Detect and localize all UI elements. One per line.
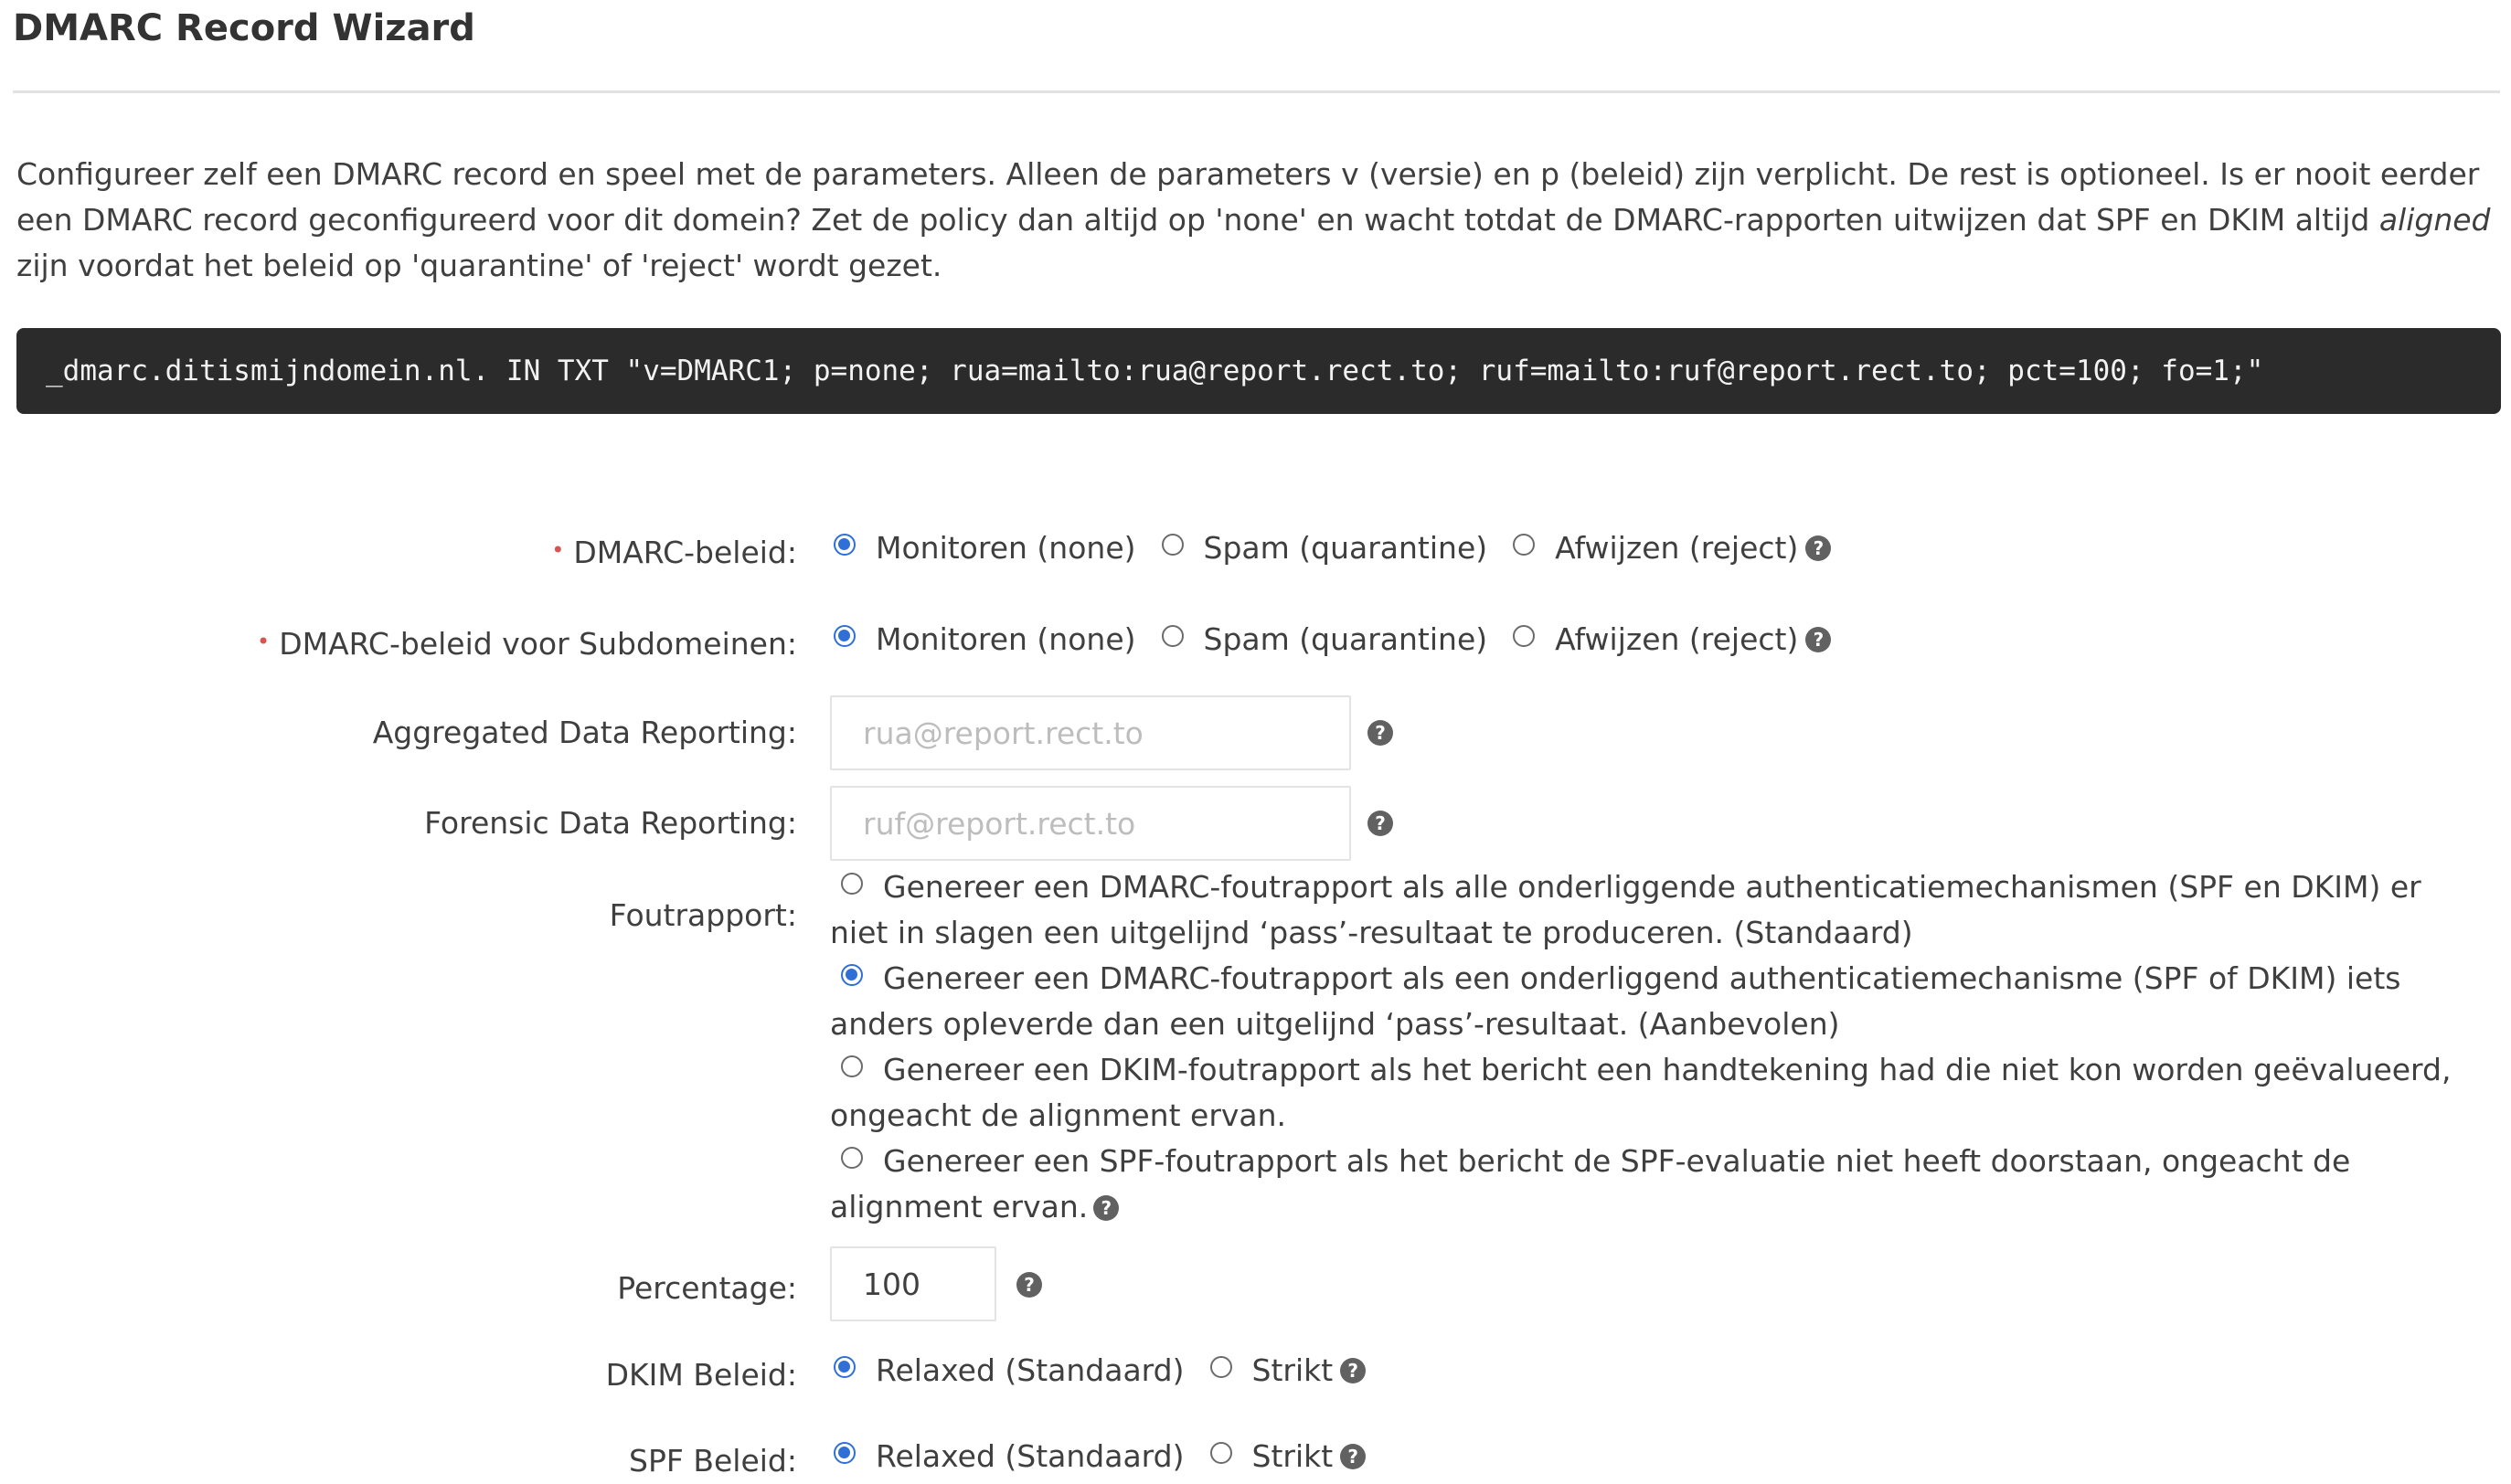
foutrapport-option-s[interactable]: Genereer een SPF-foutrapport als het ber… [830,1139,2457,1230]
help-icon[interactable]: ? [1367,720,1393,746]
radio-button[interactable] [1161,625,1184,647]
help-icon[interactable]: ? [1340,1444,1367,1469]
subdomain-policy-radio-group: Monitoren (none) Spam (quarantine) Afwij… [834,621,1832,658]
spf-policy-radio-group: Relaxed (Standaard) Strikt ? [834,1438,1367,1475]
option-label: Genereer een DMARC-foutrapport als een o… [830,960,2401,1042]
policy-label: • DMARC-beleid: [551,532,797,571]
intro-italic-text: aligned [2378,202,2491,238]
percentage-input[interactable] [830,1246,996,1321]
option-label: Genereer een SPF-foutrapport als het ber… [830,1143,2351,1224]
aggregated-reporting-input[interactable] [830,695,1351,770]
option-label: Relaxed (Standaard) [876,1438,1185,1474]
title-divider [13,90,2500,93]
subdomain-policy-option-none[interactable]: Monitoren (none) [834,621,1136,658]
radio-button[interactable] [841,873,863,895]
help-icon[interactable]: ? [1093,1195,1120,1221]
aggregated-reporting-label: Aggregated Data Reporting: [372,715,797,750]
foutrapport-option-1[interactable]: Genereer een DMARC-foutrapport als een o… [830,956,2457,1047]
help-icon[interactable]: ? [1367,811,1393,836]
radio-button[interactable] [834,625,856,647]
help-icon[interactable]: ? [1805,627,1832,652]
option-label: Relaxed (Standaard) [876,1352,1185,1388]
percentage-label: Percentage: [617,1270,797,1306]
radio-button[interactable] [1161,534,1184,556]
radio-button[interactable] [834,1442,856,1464]
subdomain-policy-label: • DMARC-beleid voor Subdomeinen: [257,623,797,662]
policy-radio-group: Monitoren (none) Spam (quarantine) Afwij… [834,530,1832,567]
option-label: Spam (quarantine) [1203,621,1488,657]
forensic-reporting-input[interactable] [830,786,1351,861]
radio-button[interactable] [834,1356,856,1378]
radio-button[interactable] [1513,625,1536,647]
option-label: Genereer een DKIM-foutrapport als het be… [830,1052,2452,1133]
intro-text: Configureer zelf een DMARC record en spe… [16,152,2503,289]
foutrapport-radio-group: Genereer een DMARC-foutrapport als alle … [830,864,2457,1230]
option-label: Afwijzen (reject) [1555,621,1799,657]
dmarc-record-text: _dmarc.ditismijndomein.nl. IN TXT "v=DMA… [46,355,2264,387]
subdomain-policy-option-reject[interactable]: Afwijzen (reject) [1513,621,1798,658]
foutrapport-option-0[interactable]: Genereer een DMARC-foutrapport als alle … [830,864,2457,956]
spf-option-strict[interactable]: Strikt [1209,1438,1334,1475]
option-label: Spam (quarantine) [1203,530,1488,566]
foutrapport-label: Foutrapport: [609,897,797,933]
forensic-reporting-label: Forensic Data Reporting: [424,805,797,841]
policy-label-text: DMARC-beleid: [573,535,797,570]
option-label: Monitoren (none) [876,530,1136,566]
spf-option-relaxed[interactable]: Relaxed (Standaard) [834,1438,1185,1475]
option-label: Genereer een DMARC-foutrapport als alle … [830,869,2421,950]
help-icon[interactable]: ? [1016,1272,1042,1298]
required-marker: • [551,537,565,563]
option-label: Strikt [1251,1352,1334,1388]
spf-policy-label: SPF Beleid: [629,1443,797,1479]
foutrapport-option-d[interactable]: Genereer een DKIM-foutrapport als het be… [830,1047,2457,1139]
page-title: DMARC Record Wizard [13,7,475,49]
option-label: Monitoren (none) [876,621,1136,657]
policy-option-none[interactable]: Monitoren (none) [834,530,1136,567]
option-label: Strikt [1251,1438,1334,1474]
subdomain-policy-option-quarantine[interactable]: Spam (quarantine) [1161,621,1488,658]
dkim-policy-label: DKIM Beleid: [605,1357,797,1393]
radio-button[interactable] [1209,1442,1232,1464]
policy-option-reject[interactable]: Afwijzen (reject) [1513,530,1798,567]
intro-text-part: Configureer zelf een DMARC record en spe… [16,156,2480,238]
radio-button[interactable] [1513,534,1536,556]
radio-button[interactable] [1209,1356,1232,1378]
help-icon[interactable]: ? [1805,535,1832,561]
radio-button[interactable] [841,1147,863,1169]
policy-option-quarantine[interactable]: Spam (quarantine) [1161,530,1488,567]
radio-button[interactable] [841,964,863,986]
dmarc-record-preview: _dmarc.ditismijndomein.nl. IN TXT "v=DMA… [16,328,2501,414]
required-marker: • [257,629,271,654]
dkim-option-relaxed[interactable]: Relaxed (Standaard) [834,1352,1185,1389]
dkim-policy-radio-group: Relaxed (Standaard) Strikt ? [834,1352,1367,1389]
intro-text-part: zijn voordat het beleid op 'quarantine' … [16,248,942,283]
subdomain-policy-label-text: DMARC-beleid voor Subdomeinen: [279,626,797,662]
help-icon[interactable]: ? [1340,1358,1367,1383]
option-label: Afwijzen (reject) [1555,530,1799,566]
dkim-option-strict[interactable]: Strikt [1209,1352,1334,1389]
radio-button[interactable] [834,534,856,556]
radio-button[interactable] [841,1055,863,1077]
